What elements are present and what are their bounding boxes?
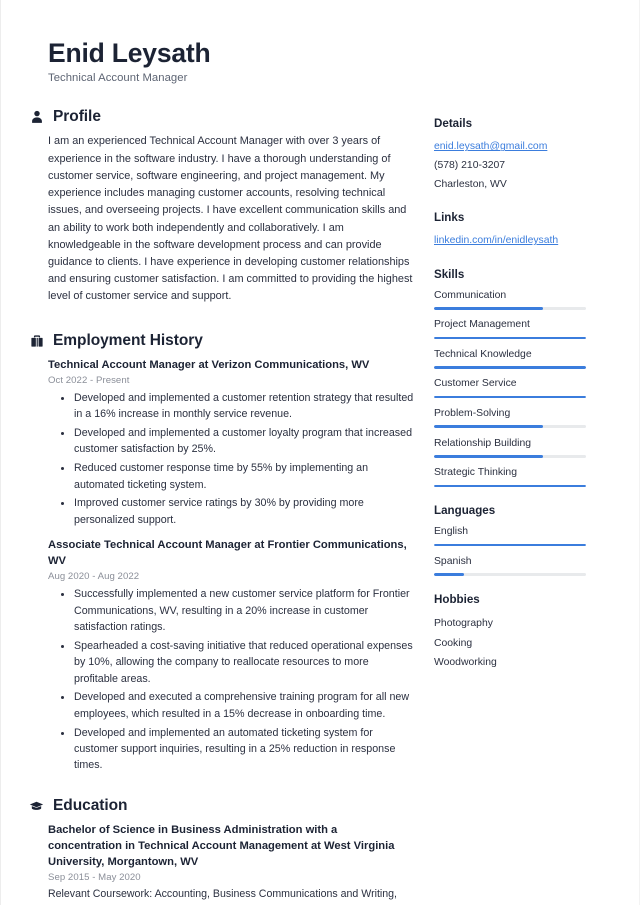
language-label: Spanish	[434, 555, 472, 567]
skill-item: Strategic Thinking	[434, 466, 614, 488]
sidebar-languages: Languages English Spanish	[434, 504, 614, 577]
skill-meter	[434, 366, 586, 369]
graduation-cap-icon	[29, 798, 44, 814]
skill-label: Relationship Building	[434, 437, 532, 449]
job-bullet-list: Developed and implemented a customer ret…	[48, 390, 414, 529]
sidebar-details: Details enid.leysath@gmail.com (578) 210…	[434, 117, 614, 194]
skill-item: Customer Service	[434, 377, 614, 399]
job-bullet: Developed and implemented a customer ret…	[61, 390, 414, 423]
skill-label: Problem-Solving	[434, 407, 511, 419]
education-title: Education	[53, 796, 128, 814]
section-employment-history: Employment History Technical Account Man…	[29, 332, 414, 774]
skill-meter	[434, 425, 586, 429]
candidate-name: Enid Leysath	[48, 38, 211, 68]
skill-meter-fill	[434, 395, 586, 399]
skill-item: Project Management	[434, 318, 614, 340]
sidebar-hobbies: Hobbies Photography Cooking Woodworking	[434, 593, 614, 673]
sidebar-column: Details enid.leysath@gmail.com (578) 210…	[434, 108, 614, 689]
skill-meter	[434, 484, 586, 488]
main-column: Profile I am an experienced Technical Ac…	[29, 108, 414, 905]
skill-item: Relationship Building	[434, 437, 614, 458]
profile-heading: Profile	[29, 108, 414, 126]
candidate-job-title: Technical Account Manager	[48, 72, 188, 85]
language-item: English	[434, 525, 614, 547]
job-date-range: Aug 2020 - Aug 2022	[48, 571, 140, 583]
employment-entry: Associate Technical Account Manager at F…	[48, 537, 414, 774]
email-link[interactable]: enid.leysath@gmail.com	[434, 138, 614, 157]
skill-meter-fill	[434, 425, 544, 429]
hobby-item: Cooking	[434, 637, 473, 649]
skills-heading: Skills	[434, 267, 465, 281]
language-meter-fill	[434, 573, 465, 577]
job-bullet: Developed and implemented an automated t…	[61, 725, 414, 774]
profile-text: I am an experienced Technical Account Ma…	[48, 135, 413, 303]
skill-label: Technical Knowledge	[434, 348, 532, 360]
hobby-item: Photography	[434, 618, 493, 630]
hobbies-heading: Hobbies	[434, 593, 480, 607]
skill-meter	[434, 307, 586, 310]
phone-number: (578) 210-3207	[434, 159, 506, 171]
skill-meter-fill	[434, 336, 586, 340]
sidebar-links: Links linkedin.com/in/enidleysath	[434, 211, 614, 251]
details-heading: Details	[434, 117, 473, 131]
job-date-range: Oct 2022 - Present	[48, 374, 130, 386]
language-meter	[434, 543, 586, 547]
languages-heading: Languages	[434, 504, 496, 518]
language-meter	[434, 573, 586, 577]
resume-page: Enid Leysath Technical Account Manager P…	[0, 0, 640, 905]
degree-title: Bachelor of Science in Business Administ…	[48, 823, 395, 868]
linkedin-link[interactable]: linkedin.com/in/enidleysath	[434, 232, 614, 251]
degree-date-range: Sep 2015 - May 2020	[48, 871, 141, 883]
section-profile: Profile I am an experienced Technical Ac…	[29, 108, 414, 305]
job-title: Associate Technical Account Manager at F…	[48, 539, 407, 568]
job-bullet: Successfully implemented a new customer …	[61, 586, 414, 635]
section-education: Education Bachelor of Science in Busines…	[29, 797, 414, 905]
education-heading: Education	[29, 797, 414, 815]
skill-label: Communication	[434, 289, 507, 301]
skill-meter-fill	[434, 455, 544, 458]
skill-item: Communication	[434, 289, 614, 310]
employment-entry: Technical Account Manager at Verizon Com…	[48, 357, 414, 529]
language-item: Spanish	[434, 555, 614, 577]
skill-meter-fill	[434, 307, 544, 310]
skill-label: Strategic Thinking	[434, 467, 517, 479]
language-label: English	[434, 526, 469, 538]
employment-heading: Employment History	[29, 332, 414, 350]
skill-item: Technical Knowledge	[434, 348, 614, 369]
links-heading: Links	[434, 211, 465, 225]
location: Charleston, WV	[434, 178, 507, 190]
skill-meter	[434, 336, 586, 340]
job-bullet: Spearheaded a cost-saving initiative tha…	[61, 638, 414, 687]
profile-title: Profile	[53, 108, 101, 126]
job-bullet: Developed and implemented a customer loy…	[61, 425, 414, 458]
skill-label: Project Management	[434, 319, 530, 331]
skill-meter	[434, 395, 586, 399]
resume-body: Profile I am an experienced Technical Ac…	[1, 108, 639, 905]
briefcase-icon	[29, 333, 44, 349]
job-title: Technical Account Manager at Verizon Com…	[48, 358, 370, 371]
job-bullet-list: Successfully implemented a new customer …	[48, 586, 414, 774]
skill-meter-fill	[434, 366, 586, 369]
job-bullet: Developed and executed a comprehensive t…	[61, 689, 414, 722]
skill-label: Customer Service	[434, 378, 517, 390]
resume-header: Enid Leysath Technical Account Manager	[1, 0, 639, 84]
job-bullet: Reduced customer response time by 55% by…	[61, 460, 414, 493]
person-icon	[29, 109, 44, 125]
job-bullet: Improved customer service ratings by 30%…	[61, 495, 414, 528]
degree-description: Relevant Coursework: Accounting, Busines…	[48, 887, 397, 905]
skill-item: Problem-Solving	[434, 407, 614, 429]
skill-meter-fill	[434, 484, 586, 488]
skill-meter	[434, 455, 586, 458]
hobby-item: Woodworking	[434, 657, 497, 669]
sidebar-skills: Skills Communication Project Management …	[434, 268, 614, 488]
language-meter-fill	[434, 543, 586, 547]
employment-title: Employment History	[53, 331, 203, 349]
education-entry: Bachelor of Science in Business Administ…	[48, 822, 414, 905]
